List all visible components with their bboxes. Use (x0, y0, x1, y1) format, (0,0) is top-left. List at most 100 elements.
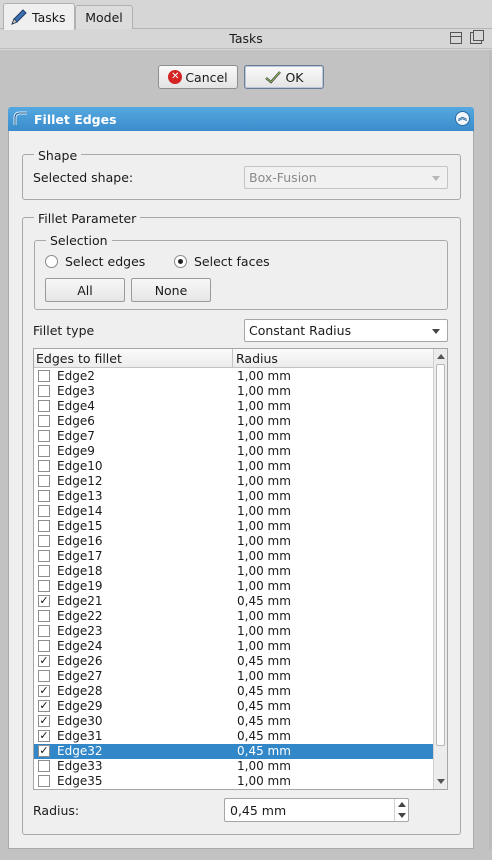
table-row[interactable]: Edge12 1,00 mm (34, 474, 434, 489)
select-faces-radio[interactable]: Select faces (174, 254, 270, 269)
table-row[interactable]: Edge19 1,00 mm (34, 579, 434, 594)
table-row[interactable]: ✓ Edge21 0,45 mm (34, 594, 434, 609)
checkbox-icon[interactable] (38, 385, 50, 397)
collapse-chevron-icon[interactable]: ︽ (455, 111, 470, 126)
tab-model[interactable]: Model (75, 5, 133, 29)
checkbox-icon[interactable] (38, 670, 50, 682)
ok-check-icon (265, 71, 282, 84)
edge-radius: 1,00 mm (237, 624, 291, 638)
radius-spinbox[interactable]: 0,45 mm (224, 798, 409, 822)
edges-table[interactable]: Edges to fillet Radius Edge2 1,00 mm Edge3… (33, 348, 448, 790)
spin-up-icon[interactable] (398, 802, 406, 807)
checkbox-icon[interactable] (38, 760, 50, 772)
float-window-icon[interactable] (470, 30, 484, 44)
edge-radius: 0,45 mm (237, 744, 291, 758)
table-row[interactable]: Edge10 1,00 mm (34, 459, 434, 474)
edge-radius: 1,00 mm (237, 519, 291, 533)
checkbox-checked-icon[interactable]: ✓ (38, 595, 50, 607)
fillet-type-combo[interactable]: Constant Radius (244, 319, 448, 342)
edge-name: Edge30 (57, 714, 103, 728)
header-edges[interactable]: Edges to fillet (36, 351, 122, 366)
checkbox-icon[interactable] (38, 775, 50, 787)
select-all-button[interactable]: All (45, 278, 125, 302)
edge-radius: 1,00 mm (237, 549, 291, 563)
checkbox-icon[interactable] (38, 520, 50, 532)
table-row[interactable]: Edge35 1,00 mm (34, 774, 434, 789)
checkbox-icon[interactable] (38, 580, 50, 592)
edge-radius: 0,45 mm (237, 699, 291, 713)
table-row[interactable]: Edge16 1,00 mm (34, 534, 434, 549)
table-row[interactable]: ✓ Edge30 0,45 mm (34, 714, 434, 729)
edge-radius: 1,00 mm (237, 579, 291, 593)
select-none-button[interactable]: None (131, 278, 211, 302)
table-row[interactable]: Edge22 1,00 mm (34, 609, 434, 624)
table-row[interactable]: Edge4 1,00 mm (34, 399, 434, 414)
checkbox-icon[interactable] (38, 370, 50, 382)
table-row[interactable]: ✓ Edge31 0,45 mm (34, 729, 434, 744)
dock-icon[interactable] (450, 32, 462, 44)
header-separator[interactable] (232, 349, 233, 368)
checkbox-icon[interactable] (38, 550, 50, 562)
select-edges-radio[interactable]: Select edges (45, 254, 145, 269)
table-row[interactable]: Edge13 1,00 mm (34, 489, 434, 504)
table-row[interactable]: Edge9 1,00 mm (34, 444, 434, 459)
table-row[interactable]: ✓ Edge26 0,45 mm (34, 654, 434, 669)
checkbox-checked-icon[interactable]: ✓ (38, 700, 50, 712)
radio-off-icon (45, 255, 58, 268)
select-edges-label: Select edges (65, 254, 146, 269)
checkbox-icon[interactable] (38, 400, 50, 412)
checkbox-icon[interactable] (38, 535, 50, 547)
edge-radius: 0,45 mm (237, 684, 291, 698)
checkbox-icon[interactable] (38, 430, 50, 442)
checkbox-icon[interactable] (38, 565, 50, 577)
checkbox-checked-icon[interactable]: ✓ (38, 730, 50, 742)
checkbox-icon[interactable] (38, 490, 50, 502)
edge-name: Edge33 (57, 759, 103, 773)
edge-name: Edge6 (57, 414, 95, 428)
checkbox-icon[interactable] (38, 625, 50, 637)
table-row[interactable]: ✓ Edge32 0,45 mm (34, 744, 434, 759)
cancel-button[interactable]: ✕ Cancel (158, 65, 238, 89)
scroll-up-icon[interactable] (437, 354, 445, 359)
checkbox-icon[interactable] (38, 460, 50, 472)
select-all-label: All (77, 282, 93, 298)
table-row[interactable]: ✓ Edge29 0,45 mm (34, 699, 434, 714)
edge-radius: 1,00 mm (237, 639, 291, 653)
edge-radius: 1,00 mm (237, 369, 291, 383)
scroll-down-icon[interactable] (437, 779, 445, 784)
edge-radius: 1,00 mm (237, 444, 291, 458)
table-row[interactable]: Edge18 1,00 mm (34, 564, 434, 579)
checkbox-icon[interactable] (38, 475, 50, 487)
edge-name: Edge10 (57, 459, 103, 473)
select-none-label: None (154, 282, 188, 298)
table-row[interactable]: Edge3 1,00 mm (34, 384, 434, 399)
checkbox-checked-icon[interactable]: ✓ (38, 685, 50, 697)
checkbox-icon[interactable] (38, 640, 50, 652)
table-row[interactable]: Edge33 1,00 mm (34, 759, 434, 774)
scrollbar-thumb[interactable] (436, 364, 445, 746)
table-row[interactable]: Edge14 1,00 mm (34, 504, 434, 519)
checkbox-icon[interactable] (38, 445, 50, 457)
table-row[interactable]: Edge24 1,00 mm (34, 639, 434, 654)
checkbox-icon[interactable] (38, 610, 50, 622)
fillet-edges-panel-header[interactable]: Fillet Edges ︽ (8, 107, 474, 131)
edge-name: Edge14 (57, 504, 103, 518)
table-scrollbar[interactable] (433, 349, 447, 789)
checkbox-icon[interactable] (38, 505, 50, 517)
table-row[interactable]: Edge17 1,00 mm (34, 549, 434, 564)
checkbox-checked-icon[interactable]: ✓ (38, 655, 50, 667)
tab-tasks[interactable]: Tasks (3, 3, 75, 30)
table-row[interactable]: Edge15 1,00 mm (34, 519, 434, 534)
table-row[interactable]: ✓ Edge28 0,45 mm (34, 684, 434, 699)
table-row[interactable]: Edge23 1,00 mm (34, 624, 434, 639)
header-radius[interactable]: Radius (236, 351, 278, 366)
table-row[interactable]: Edge6 1,00 mm (34, 414, 434, 429)
table-row[interactable]: Edge2 1,00 mm (34, 369, 434, 384)
ok-button[interactable]: OK (244, 65, 324, 89)
table-row[interactable]: Edge27 1,00 mm (34, 669, 434, 684)
spin-down-icon[interactable] (398, 813, 406, 818)
checkbox-checked-icon[interactable]: ✓ (38, 715, 50, 727)
checkbox-checked-icon[interactable]: ✓ (38, 745, 50, 757)
checkbox-icon[interactable] (38, 415, 50, 427)
table-row[interactable]: Edge7 1,00 mm (34, 429, 434, 444)
